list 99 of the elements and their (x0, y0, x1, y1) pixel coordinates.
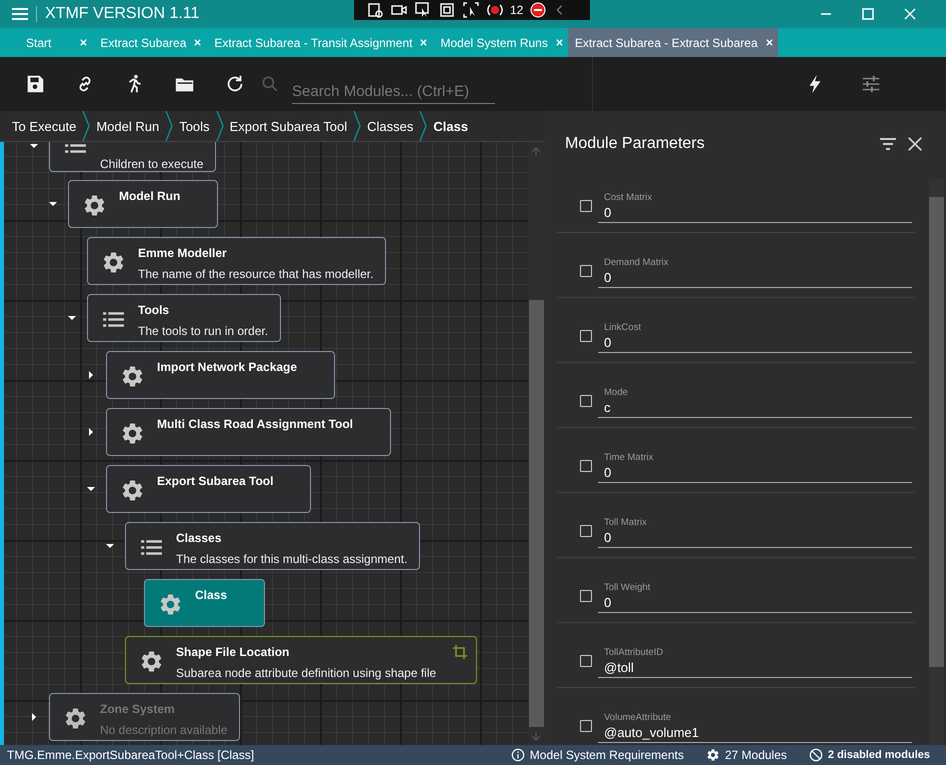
module-title: Class (195, 588, 228, 602)
region-icon (366, 2, 384, 18)
module-node[interactable]: Children to execute (49, 142, 216, 172)
expand-arrow-icon[interactable] (87, 428, 95, 436)
sliders-icon (860, 73, 882, 95)
module-title: Export Subarea Tool (157, 474, 274, 488)
settings-button[interactable] (860, 73, 882, 95)
parameter-field[interactable]: Mode c (598, 386, 912, 418)
up-arrow-icon (531, 147, 541, 157)
chevron-icon (419, 111, 428, 141)
module-description: The name of the resource that has modeller. (138, 267, 374, 281)
module-title: Emme Modeller (138, 246, 228, 260)
close-icon (193, 38, 202, 47)
chevron-icon (165, 111, 174, 141)
window-title: XTMF VERSION 1.11 (45, 5, 200, 23)
module-title: Classes (176, 531, 222, 545)
close-icon (764, 38, 774, 47)
module-title: Tools (138, 303, 170, 317)
gear-icon (139, 649, 164, 674)
checkbox[interactable] (580, 460, 592, 472)
module-node[interactable]: Model Run (68, 180, 218, 228)
signal-icon (486, 2, 504, 18)
parameter-field[interactable]: VolumeAttribute @auto_volume1 (598, 712, 912, 742)
square-icon (438, 2, 456, 18)
module-title: Zone System (100, 702, 176, 716)
collapse-arrow-icon[interactable] (49, 200, 57, 208)
parameter-field[interactable]: Cost Matrix 0 (598, 192, 912, 222)
chevron-icon (216, 111, 224, 141)
gear-icon (63, 706, 88, 731)
close-icon (79, 38, 88, 47)
module-description: The classes for this multi-class assignment. (176, 552, 408, 566)
pointer-icon (414, 2, 432, 18)
checkbox[interactable] (580, 655, 592, 667)
checkbox[interactable] (580, 330, 592, 342)
breadcrumb-item[interactable]: Export Subarea Tool (224, 118, 354, 134)
panel-title: Module Parameters (565, 135, 706, 153)
requirements-link[interactable]: Model System Requirements (530, 748, 684, 762)
close-icon (906, 135, 924, 153)
gear-icon (120, 421, 145, 446)
tab[interactable]: Extract Subarea - Extract Subarea (568, 28, 778, 57)
module-description: No description available (100, 723, 228, 737)
module-description: The tools to run in order. (138, 324, 268, 338)
maximize-icon (862, 8, 874, 20)
parameter-field[interactable]: TollAttributeID @toll (598, 646, 912, 678)
checkbox[interactable] (580, 395, 592, 407)
gear-icon (158, 592, 183, 617)
collapse-arrow-icon[interactable] (68, 314, 76, 322)
parameter-field[interactable]: Time Matrix 0 (598, 452, 912, 482)
checkbox[interactable] (580, 265, 592, 277)
module-node[interactable]: Shape File Location Subarea node attribute definition using shape file (125, 636, 478, 684)
module-title: Model Run (119, 189, 182, 203)
gear-icon (120, 364, 145, 389)
module-description: Children to execute (100, 157, 204, 171)
down-arrow-icon (531, 731, 541, 741)
breadcrumb-item[interactable]: Model Run (90, 118, 166, 134)
module-description: Subarea node attribute definition using shape file (176, 666, 436, 680)
gear-icon (101, 250, 126, 275)
search-field[interactable]: Search Modules... (Ctrl+E) (292, 78, 495, 104)
parameter-field[interactable]: Demand Matrix 0 (598, 256, 912, 288)
chevron-icon (82, 111, 90, 141)
checkbox[interactable] (580, 525, 592, 537)
breadcrumb-item[interactable]: Class (427, 118, 474, 134)
status-text: TMG.Emme.ExportSubareaTool+Class [Class] (7, 748, 254, 762)
module-node[interactable]: Tools The tools to run in order. (87, 294, 282, 342)
module-node[interactable]: Export Subarea Tool (106, 465, 312, 513)
module-title: Import Network Package (157, 360, 298, 374)
close-icon (554, 38, 564, 47)
count-label: 12 (510, 3, 524, 17)
collapse-arrow-icon[interactable] (30, 142, 38, 150)
breadcrumb-item[interactable]: To Execute (0, 118, 82, 134)
module-node[interactable]: Emme Modeller The name of the resource that has modeller. (87, 237, 386, 285)
module-node[interactable]: Class (144, 579, 266, 627)
gear-icon (82, 193, 107, 218)
collapse-arrow-icon[interactable] (87, 485, 95, 493)
scrollbar[interactable] (929, 179, 944, 745)
module-title: Multi Class Road Assignment Tool (157, 417, 354, 431)
parameter-field[interactable]: LinkCost 0 (598, 322, 912, 352)
parameter-field[interactable]: Toll Matrix 0 (598, 516, 912, 548)
module-node[interactable]: Classes The classes for this multi-class assignment. (125, 522, 420, 570)
collapse-arrow-icon[interactable] (106, 542, 114, 550)
gear-icon (120, 478, 145, 503)
checkbox[interactable] (580, 200, 592, 212)
chevron-icon (353, 111, 362, 141)
parameter-field[interactable]: Toll Weight 0 (598, 582, 912, 612)
breadcrumb-item[interactable]: Tools (173, 118, 216, 134)
module-node[interactable]: Import Network Package (106, 351, 336, 399)
module-title: Shape File Location (176, 645, 290, 659)
close-icon (904, 8, 916, 20)
module-node[interactable]: Multi Class Road Assignment Tool (106, 408, 392, 456)
stop-icon (529, 2, 548, 18)
scrollbar[interactable] (528, 142, 545, 745)
breadcrumb-item[interactable]: Classes (361, 118, 420, 134)
close-icon (419, 38, 428, 47)
modules-count[interactable]: 27 Modules (724, 748, 787, 762)
search-icon (260, 74, 280, 94)
checkbox[interactable] (580, 590, 592, 602)
pointer-icon (462, 2, 480, 18)
expand-arrow-icon[interactable] (87, 371, 95, 379)
checkbox[interactable] (580, 720, 592, 732)
